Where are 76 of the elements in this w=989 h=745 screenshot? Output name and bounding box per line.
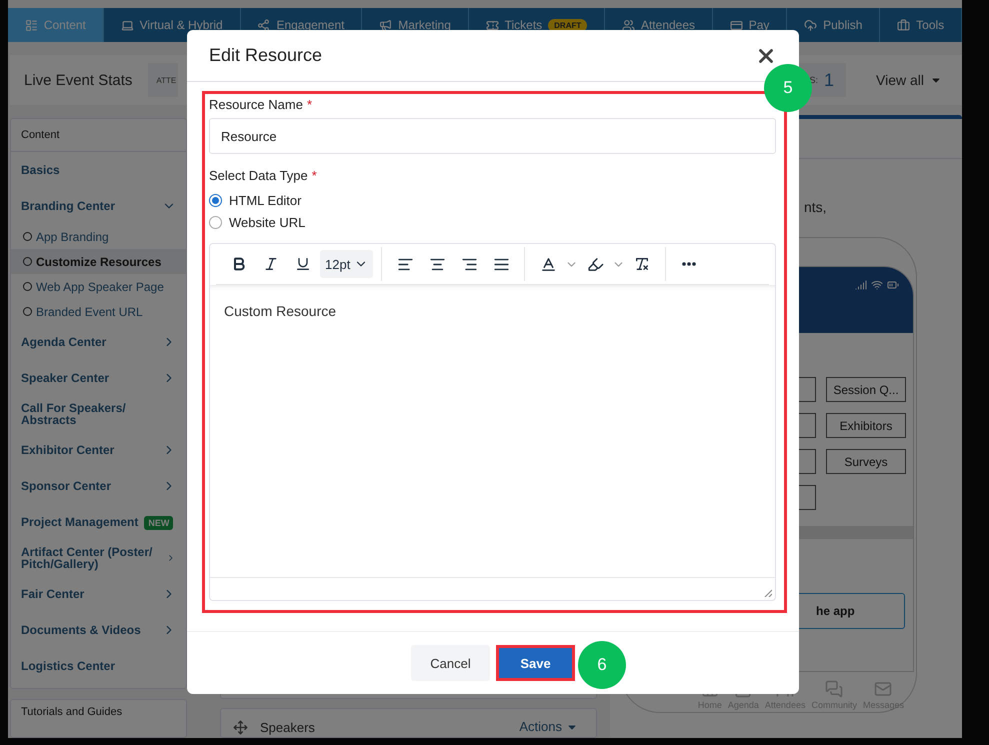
underline-icon <box>295 256 311 272</box>
nav-tab-label: Content <box>44 18 86 32</box>
circle-icon <box>23 307 32 316</box>
signal-icon <box>855 279 867 291</box>
nav-tab-label: Marketing <box>398 18 451 32</box>
sidebar-item[interactable]: Sponsor Center <box>11 468 186 504</box>
nav-tab-label: Virtual & Hybrid <box>140 18 223 32</box>
radio-label: HTML Editor <box>229 192 302 208</box>
sidebar-item[interactable]: Fair Center <box>11 576 186 612</box>
toolbox-icon <box>897 18 910 32</box>
font-size-select[interactable]: 12pt <box>320 250 374 278</box>
radio-button[interactable] <box>209 194 222 206</box>
dialog-title: Edit Resource <box>209 45 322 66</box>
sidebar-item[interactable]: Call For Speakers/ Abstracts <box>11 396 186 432</box>
nav-tab-label: Engagement <box>276 18 344 32</box>
field-label: Resource Name * <box>209 97 313 112</box>
circle-icon <box>23 232 32 241</box>
bold-icon <box>231 256 247 272</box>
resize-grip-icon[interactable] <box>764 589 772 597</box>
circle-icon <box>23 282 32 291</box>
sidebar-item[interactable]: Speaker Center <box>11 360 186 396</box>
preview-text: nts, <box>804 199 828 215</box>
app-tile[interactable]: Surveys <box>826 449 906 474</box>
sidebar-subitem[interactable]: Web App Speaker Page <box>11 274 186 299</box>
more-icon <box>682 262 696 266</box>
editor-content[interactable]: Custom Resource <box>210 285 775 577</box>
stat-label: ATTE <box>148 63 178 97</box>
resource-name-field[interactable]: Resource <box>209 118 776 154</box>
actions-button[interactable]: Actions <box>513 718 584 735</box>
cloud-upload-icon <box>804 18 818 32</box>
battery-icon <box>887 279 899 291</box>
move-icon <box>233 720 248 735</box>
cancel-button[interactable]: Cancel <box>411 645 490 681</box>
view-all-button[interactable]: View all <box>870 71 948 89</box>
marker-icon <box>586 256 604 272</box>
stats-title: Live Event Stats <box>24 72 132 88</box>
sidebar-item[interactable]: Branding Center <box>11 188 186 224</box>
field-label: Select Data Type * <box>209 168 318 183</box>
nav-tab-label: Attendees <box>640 18 696 32</box>
sidebar-subitem[interactable]: Branded Event URL <box>11 299 186 324</box>
sidebar-header: Content <box>11 119 186 152</box>
sidebar-item[interactable]: Agenda Center <box>11 324 186 360</box>
stat-count: 1 <box>824 70 834 90</box>
chat-icon <box>825 680 844 698</box>
sidebar-subitem[interactable]: Customize Resources <box>11 249 186 274</box>
step-badge: 6 <box>578 641 626 689</box>
new-badge: NEW <box>144 516 174 530</box>
app-tile[interactable]: Session Q... <box>826 377 906 402</box>
mail-icon <box>874 680 892 698</box>
app-tile[interactable]: Exhibitors <box>826 413 906 438</box>
sidebar-item[interactable]: Project Management NEW <box>11 504 186 540</box>
sidebar-item[interactable]: Documents & Videos <box>11 612 186 648</box>
save-button[interactable]: Save <box>499 648 572 678</box>
guides-card: Tutorials and Guides <box>10 699 187 738</box>
italic-icon <box>263 256 279 272</box>
sidebar-item[interactable]: Basics <box>11 152 186 188</box>
card-title: Speakers <box>260 720 315 735</box>
radio-option[interactable]: HTML Editor <box>209 189 776 211</box>
radio-button[interactable] <box>209 216 222 228</box>
laptop-icon <box>120 18 134 32</box>
sidebar-subitem[interactable]: App Branding <box>11 224 186 249</box>
nav-tab-label: Tickets <box>504 18 542 32</box>
radio-label: Website URL <box>229 214 306 230</box>
circle-icon <box>23 257 32 266</box>
nav-tab-label: Tools <box>916 18 944 32</box>
text-color-icon <box>540 256 557 272</box>
list-icon <box>24 18 38 32</box>
nav-tab[interactable]: Content <box>8 8 104 42</box>
status-badge: DRAFT <box>548 18 588 32</box>
sidebar-item[interactable]: Artifact Center (Poster/ Pitch/Gallery) <box>11 540 186 576</box>
sidebar-item[interactable]: Exhibitor Center <box>11 432 186 468</box>
nav-tab-label: Publish <box>823 18 862 32</box>
sidebar-item[interactable]: Logistics Center <box>11 648 186 684</box>
radio-option[interactable]: Website URL <box>209 211 776 233</box>
clear-format-icon <box>634 256 650 272</box>
nav-tab-label: Pay <box>748 18 770 32</box>
